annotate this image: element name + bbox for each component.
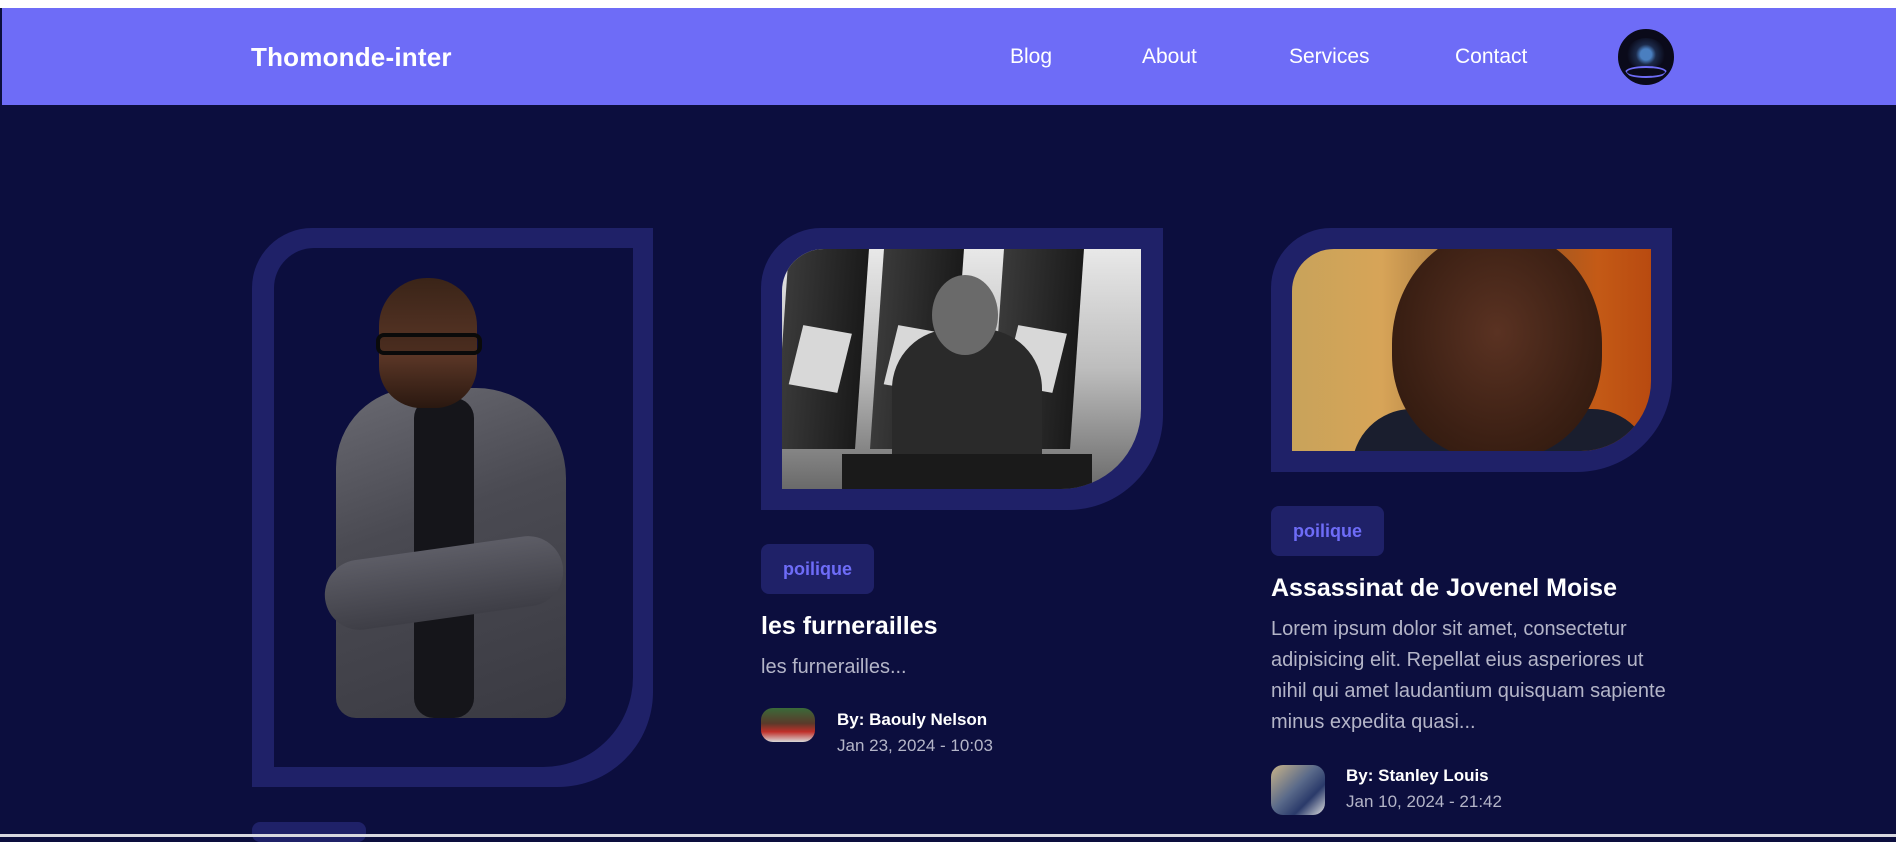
post-card-image[interactable] (1292, 249, 1651, 451)
post-card-image[interactable] (782, 249, 1141, 489)
author-name[interactable]: By: Baouly Nelson (837, 710, 987, 730)
avatar-ring (1625, 66, 1667, 78)
post-excerpt: les furnerailles... (761, 656, 907, 678)
post-tag[interactable]: poilique (1271, 506, 1384, 556)
post-title[interactable]: les furnerailles (761, 612, 937, 641)
post-date: Jan 23, 2024 - 10:03 (837, 736, 993, 755)
nav-link-blog[interactable]: Blog (1010, 45, 1052, 69)
author-avatar (761, 708, 815, 742)
post-excerpt: Lorem ipsum dolor sit amet, consectetur … (1271, 618, 1666, 733)
featured-post-image[interactable] (274, 248, 633, 767)
post-title[interactable]: Assassinat de Jovenel Moise (1271, 574, 1617, 603)
user-avatar-button[interactable] (1618, 29, 1674, 85)
featured-post-frame[interactable] (252, 228, 653, 787)
flag-left (782, 249, 869, 449)
post-date: Jan 10, 2024 - 21:42 (1346, 792, 1502, 811)
subject-face (1392, 249, 1602, 451)
nav-link-about[interactable]: About (1142, 45, 1197, 69)
post-tag[interactable]: poilique (761, 544, 874, 594)
post-card-image-frame[interactable] (761, 228, 1163, 510)
podium (842, 454, 1092, 489)
nav-link-contact[interactable]: Contact (1455, 45, 1527, 69)
site-brand[interactable]: Thomonde-inter (251, 42, 452, 73)
featured-post-tag[interactable] (252, 822, 366, 842)
top-border (0, 0, 1896, 8)
nav-link-services[interactable]: Services (1289, 45, 1370, 69)
avatar-image (1627, 38, 1665, 68)
person-glasses (376, 333, 482, 355)
author-avatar (1271, 765, 1325, 815)
post-card-image-frame[interactable] (1271, 228, 1672, 472)
navbar: Thomonde-inter Blog About Services Conta… (2, 8, 1896, 105)
author-name[interactable]: By: Stanley Louis (1346, 766, 1489, 786)
speaker-head (932, 275, 998, 355)
